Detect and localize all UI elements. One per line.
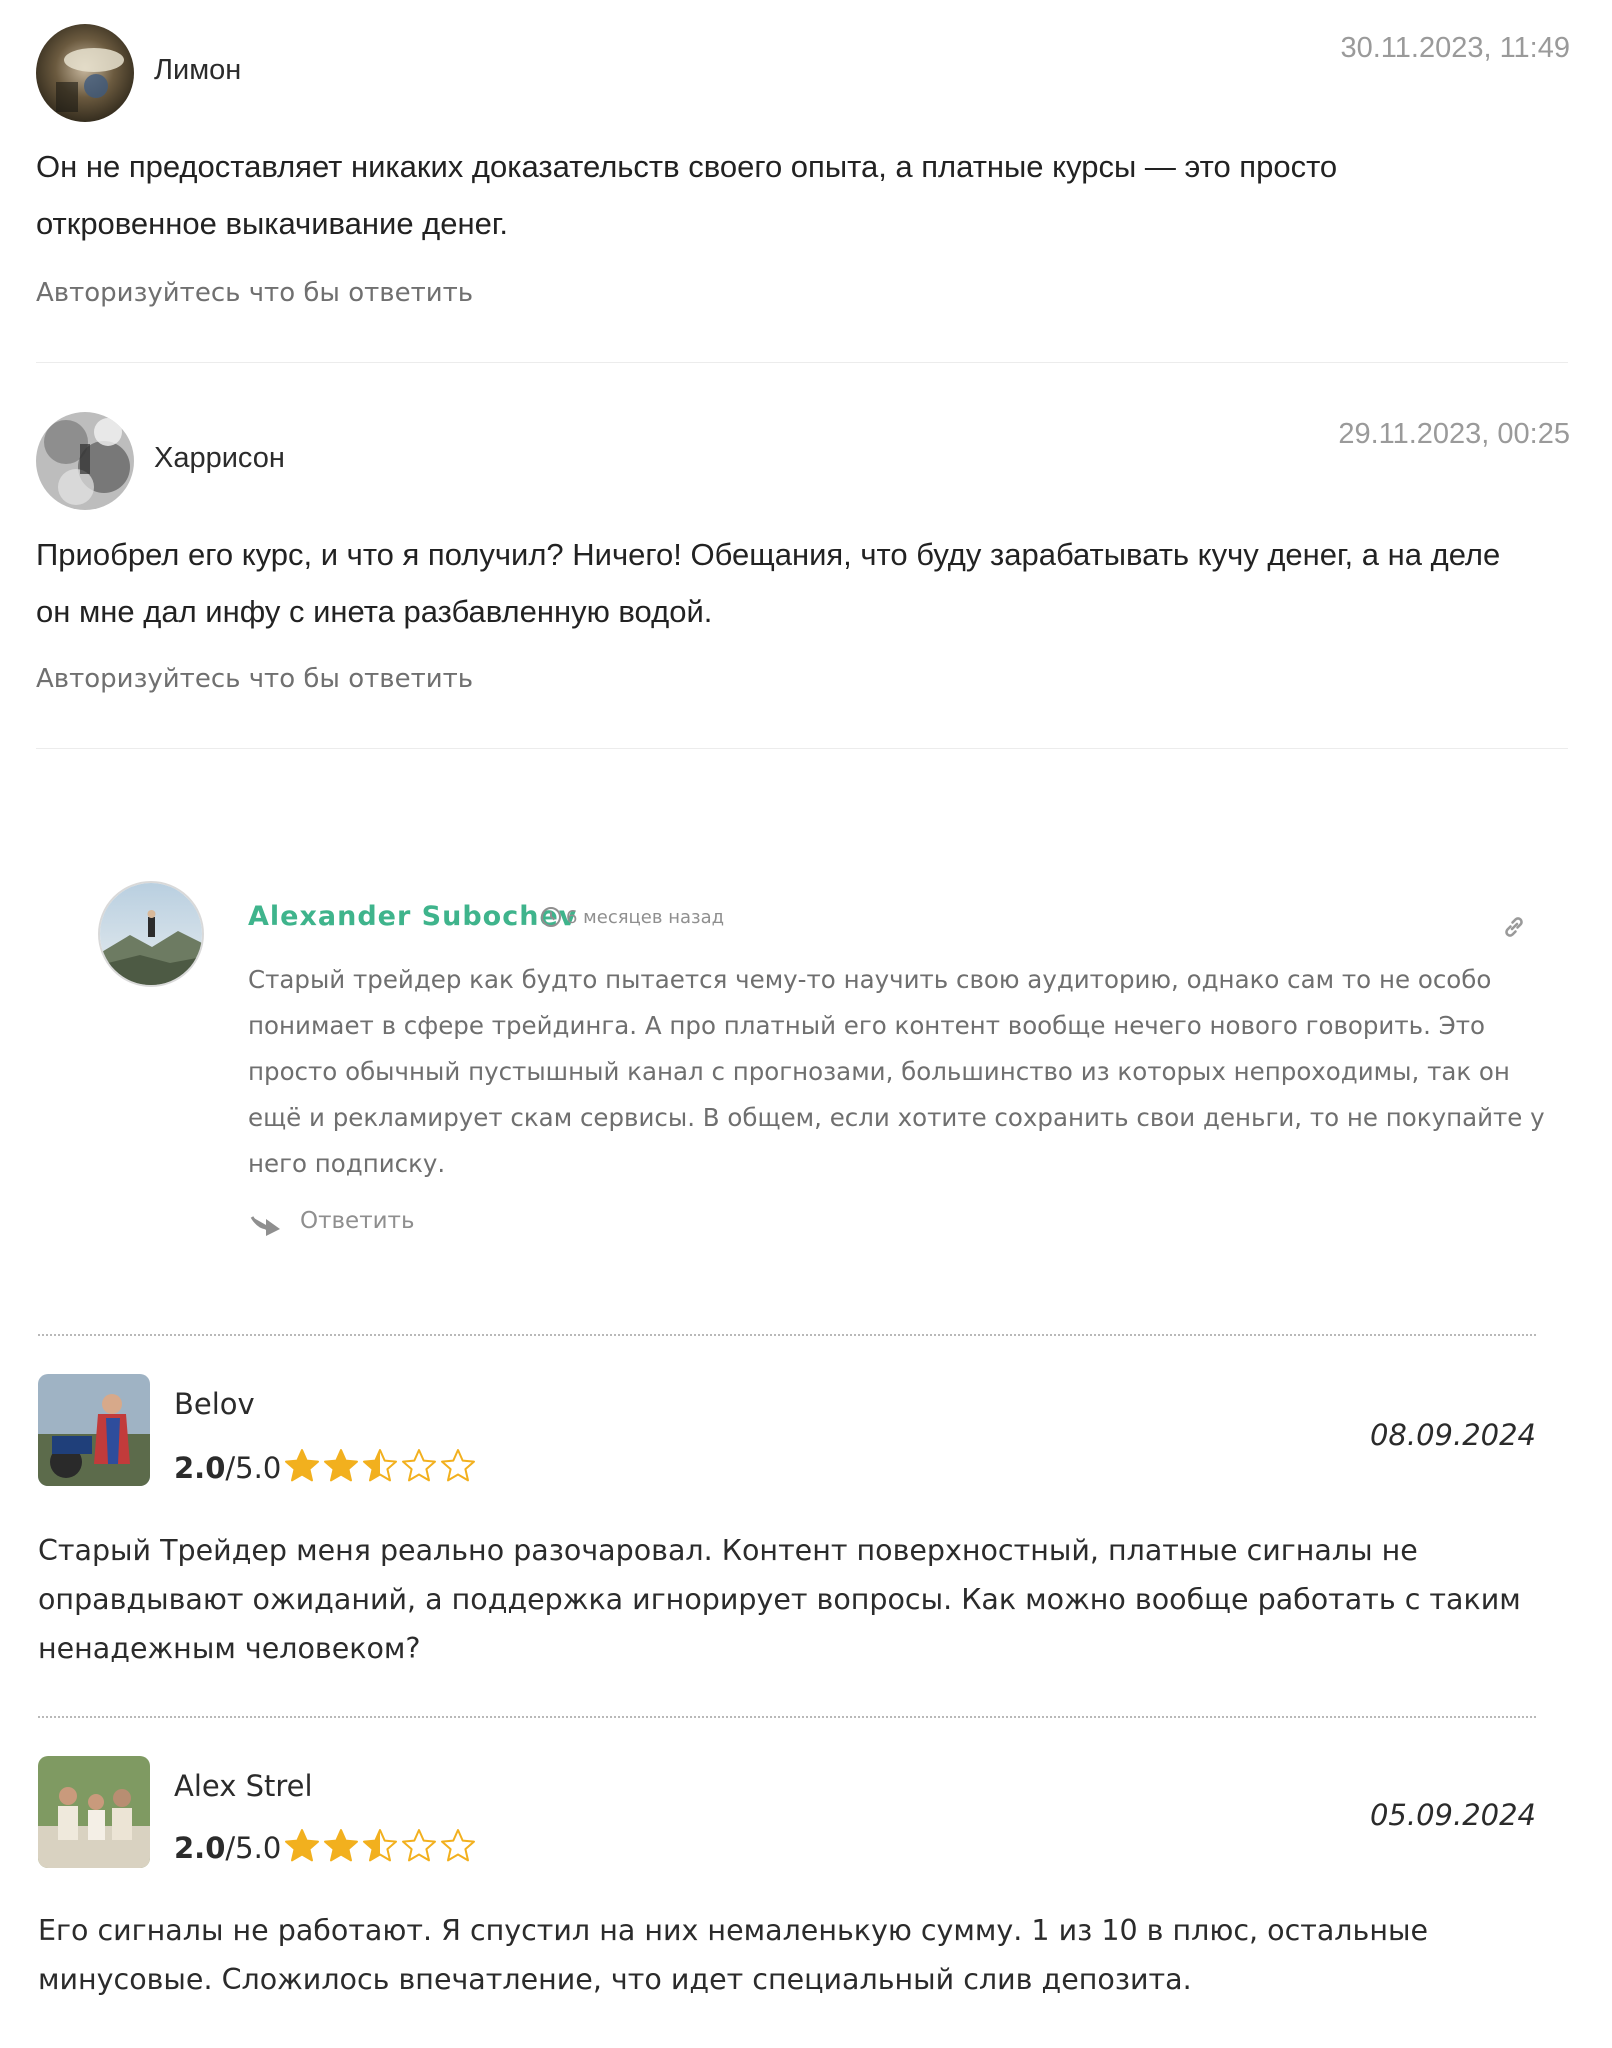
rating-value: 2.0/5.0: [174, 1831, 282, 1865]
divider: [36, 362, 1568, 363]
star-empty-icon: [441, 1829, 475, 1862]
author-name: Харрисон: [154, 442, 285, 474]
clock-icon: [540, 906, 562, 928]
link-icon[interactable]: [1500, 913, 1528, 941]
author-name[interactable]: Alexander Subochev: [248, 901, 577, 932]
author-name: Belov: [174, 1387, 255, 1421]
review-date: 08.09.2024: [1369, 1418, 1536, 1452]
star-rating: [284, 1828, 476, 1866]
reply-button[interactable]: Ответить: [300, 1208, 415, 1234]
author-name: Лимон: [154, 54, 242, 86]
rating-value: 2.0/5.0: [174, 1451, 282, 1485]
star-half-icon: [363, 1829, 397, 1862]
divider: [36, 748, 1568, 749]
avatar[interactable]: [98, 881, 204, 987]
comment-text: Он не предоставляет никаких доказательст…: [36, 149, 1338, 241]
relative-time: 6 месяцев назад: [566, 907, 725, 928]
divider: [38, 1334, 1536, 1336]
avatar[interactable]: [38, 1374, 150, 1486]
star-full-icon: [285, 1829, 319, 1862]
login-to-reply-link[interactable]: Авторизуйтесь что бы ответить: [36, 664, 473, 694]
review-text: Старый Трейдер меня реально разочаровал.…: [38, 1534, 1521, 1665]
star-full-icon: [324, 1829, 358, 1862]
star-rating: [284, 1448, 476, 1486]
star-empty-icon: [402, 1829, 436, 1862]
star-empty-icon: [441, 1449, 475, 1482]
author-name: Alex Strel: [174, 1769, 313, 1803]
login-to-reply-link[interactable]: Авторизуйтесь что бы ответить: [36, 278, 473, 308]
reply-arrow-icon[interactable]: [250, 1211, 284, 1237]
star-full-icon: [285, 1449, 319, 1482]
star-full-icon: [324, 1449, 358, 1482]
review-date: 05.09.2024: [1369, 1798, 1536, 1832]
avatar[interactable]: [36, 412, 134, 510]
star-half-icon: [363, 1449, 397, 1482]
avatar[interactable]: [36, 24, 134, 122]
comment-date: 29.11.2023, 00:25: [1338, 418, 1570, 450]
star-empty-icon: [402, 1449, 436, 1482]
review-text: Его сигналы не работают. Я спустил на ни…: [38, 1914, 1428, 1996]
divider: [38, 1716, 1536, 1718]
comment-date: 30.11.2023, 11:49: [1340, 32, 1570, 64]
comment-text: Приобрел его курс, и что я получил? Ниче…: [36, 537, 1501, 629]
comment-text: Старый трейдер как будто пытается чему-т…: [248, 965, 1545, 1178]
avatar[interactable]: [38, 1756, 150, 1868]
